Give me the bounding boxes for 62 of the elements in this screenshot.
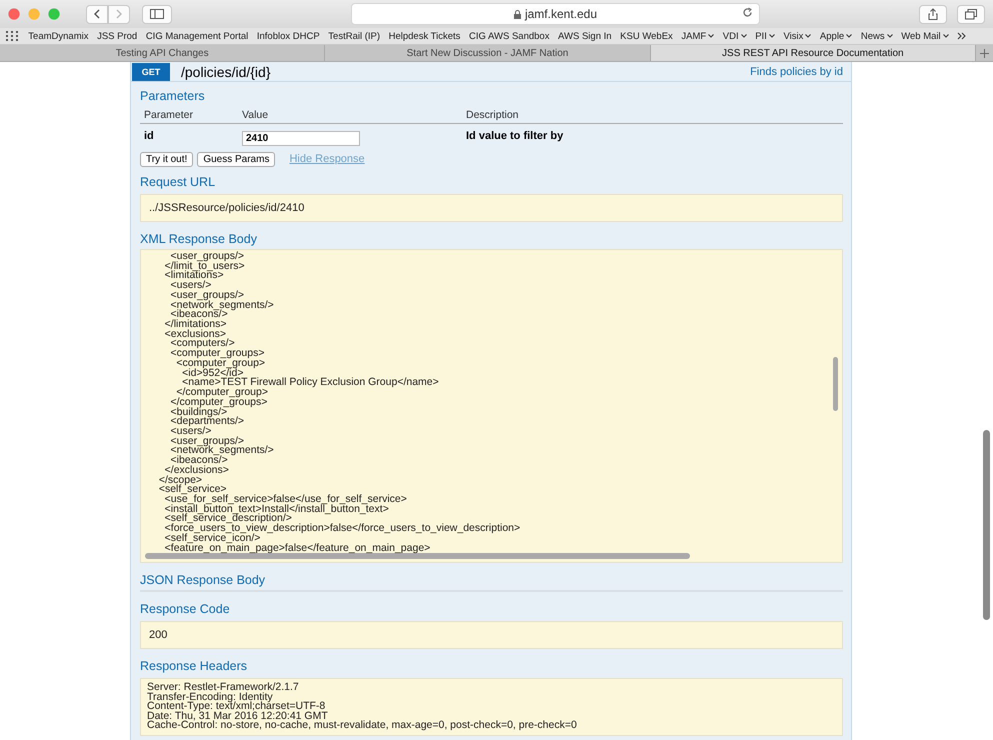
bookmark-item[interactable]: JSS Prod	[92, 30, 142, 42]
reload-icon[interactable]	[742, 7, 753, 18]
bookmark-item[interactable]: TeamDynamix	[24, 30, 93, 42]
parameter-description: Id value to filter by	[466, 130, 564, 144]
sidebar-icon	[150, 9, 164, 19]
address-field[interactable]: jamf.kent.edu	[351, 3, 760, 25]
section-heading: Request URL	[140, 174, 216, 191]
endpoint-path[interactable]: /policies/id/{id}	[181, 64, 271, 80]
bookmark-item[interactable]: CIG AWS Sandbox	[464, 30, 554, 42]
bookmark-folder[interactable]: JAMF	[677, 30, 718, 42]
bookmark-item[interactable]: Helpdesk Tickets	[384, 30, 465, 42]
section-heading: XML Response Body	[140, 231, 258, 248]
lock-icon	[514, 10, 521, 18]
action-button[interactable]: Guess Params	[197, 152, 276, 166]
bookmark-item[interactable]: Infoblox DHCP	[252, 30, 324, 42]
chevron-down-icon	[768, 34, 775, 38]
bookmark-folder[interactable]: News	[856, 30, 897, 42]
url-text: jamf.kent.edu	[524, 7, 598, 21]
method-badge: GET	[132, 62, 170, 80]
tabs-icon	[965, 8, 977, 20]
bookmark-item[interactable]: AWS Sign In	[554, 30, 616, 42]
bookmark-folder[interactable]: Apple	[816, 30, 857, 42]
response-text: ../JSSResource/policies/id/2410	[149, 202, 304, 214]
response-text: 200	[149, 629, 168, 641]
share-button[interactable]	[919, 4, 947, 24]
vertical-scrollbar[interactable]	[833, 357, 838, 411]
chevron-down-icon	[708, 34, 714, 38]
bookmark-folder[interactable]: VDI	[718, 30, 751, 42]
bookmark-folder[interactable]: Visix	[779, 30, 816, 42]
value-field[interactable]: 2410	[242, 131, 360, 146]
section-heading: Response Headers	[140, 658, 248, 675]
chevron-down-icon	[846, 34, 852, 38]
chevron-down-icon	[740, 34, 747, 38]
grid-icon[interactable]	[6, 31, 18, 41]
back-button[interactable]	[86, 4, 108, 24]
share-icon	[928, 8, 938, 20]
action-button[interactable]: Try it out!	[140, 152, 194, 166]
column-header: Parameter	[144, 108, 194, 120]
chevron-down-icon	[805, 34, 812, 38]
browser-tab[interactable]: JSS REST API Resource Documentation	[650, 45, 976, 61]
column-header: Value	[242, 108, 270, 120]
bookmark-folder[interactable]: Web Mail	[896, 30, 953, 42]
section-heading: Response Code	[140, 601, 231, 618]
xml-text: <user_groups/> </limit_to_users> <limitations> <users/> <user_groups/> <network_segments/> <ibeacons/> </limitations> <exclusions> <computers/> <computer_groups> <computer_group> <id>952</id> <name>TEST Firewall Policy Exclusion Group</name> </computer_group> </computer_groups> <buildings/> <departments/> <users/> <user_groups/> <network_segments/> <ibeacons/> </exclusions> </scope> <self_service> <use_for_self_service>false</use_for_self_service> <install_button_text>Install</install_button_text> <self_service_description/> <force_users_to_view_description>false</force_users_to_view_description> <self_service_icon/> <feature_on_main_page>false</feature_on_main_page>	[158, 250, 520, 554]
plus-icon	[980, 48, 989, 58]
section-heading: JSON Response Body	[140, 572, 266, 589]
summary-link[interactable]: Finds policies by id	[750, 66, 843, 78]
bookmark-item[interactable]: CIG Management Portal	[142, 30, 253, 42]
horizontal-scrollbar[interactable]	[145, 553, 690, 559]
headers-text: Server: Restlet-Framework/2.1.7 Transfer-Encoding: Identity Content-Type: text/xml;charset=UTF-8 Date: Thu, 31 Mar 2016 12:20:41 GMT Cache-Control: no-store, no-cache, must-revalidate, max-age=0, post-check=0, pre-check=0	[146, 680, 578, 734]
chevrons-right-icon[interactable]	[957, 32, 968, 40]
bookmark-folder[interactable]: PII	[750, 30, 780, 42]
browser-tab[interactable]: Testing API Changes	[0, 45, 326, 61]
bookmark-item[interactable]: TestRail (IP)	[324, 30, 384, 42]
chevron-down-icon	[886, 34, 893, 38]
section-heading: Parameters	[140, 88, 206, 105]
chevron-down-icon	[942, 34, 949, 38]
parameter-name: id	[144, 130, 155, 144]
sidebar-button[interactable]	[142, 4, 172, 24]
tabs-overview-button[interactable]	[957, 4, 985, 24]
bookmark-item[interactable]: KSU WebEx	[616, 30, 678, 42]
column-header: Description	[466, 108, 520, 120]
